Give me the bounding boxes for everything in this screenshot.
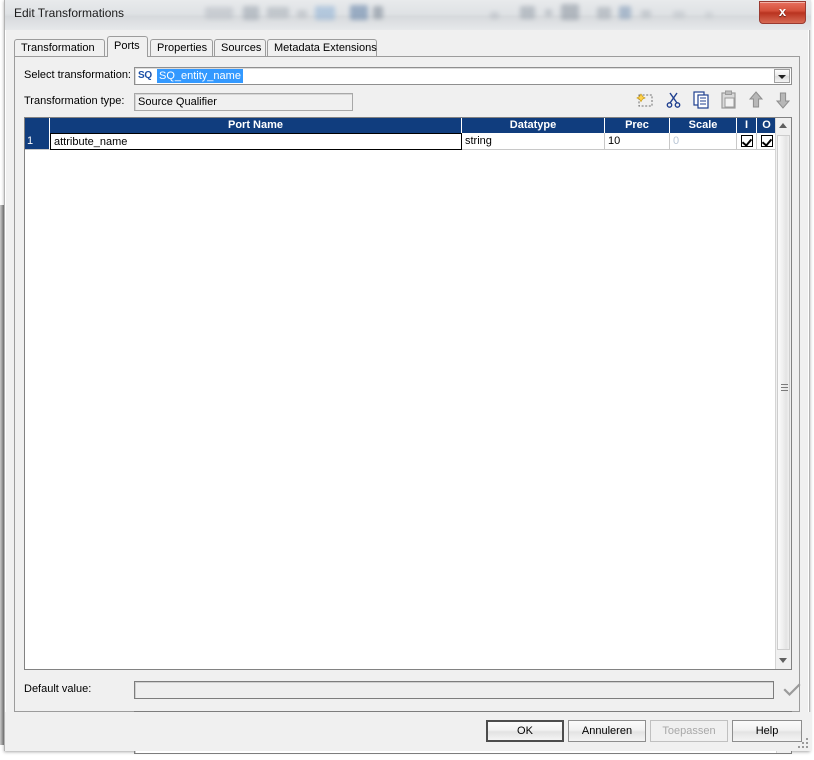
tab-properties[interactable]: Properties bbox=[150, 39, 213, 56]
input-checkbox[interactable] bbox=[741, 135, 753, 147]
blurred-bg-artifact bbox=[619, 6, 631, 19]
ports-grid[interactable]: Port Name Datatype Prec Scale I O 1 attr… bbox=[24, 117, 792, 670]
ports-grid-header: Port Name Datatype Prec Scale I O bbox=[25, 118, 791, 133]
blurred-bg-artifact bbox=[520, 6, 535, 19]
blurred-bg-artifact bbox=[561, 4, 579, 20]
scroll-down-icon[interactable] bbox=[776, 653, 791, 669]
tab-strip: Transformation Ports Properties Sources … bbox=[14, 36, 800, 57]
select-transformation-label: Select transformation: bbox=[24, 69, 131, 81]
transformation-type-value: Source Qualifier bbox=[134, 93, 353, 111]
column-header-scale[interactable]: Scale bbox=[670, 118, 737, 133]
cell-datatype[interactable]: string bbox=[462, 133, 605, 150]
blurred-bg-artifact bbox=[350, 5, 368, 20]
column-header-port-name[interactable]: Port Name bbox=[50, 118, 462, 133]
title-bar[interactable]: Edit Transformations x bbox=[5, 0, 811, 30]
scroll-up-icon[interactable] bbox=[776, 118, 791, 134]
new-port-icon[interactable] bbox=[635, 89, 657, 111]
transformation-type-label: Transformation type: bbox=[24, 95, 125, 107]
default-value-input[interactable] bbox=[134, 681, 774, 699]
cell-rownum: 1 bbox=[25, 133, 50, 150]
window-title: Edit Transformations bbox=[14, 6, 125, 20]
blurred-bg-artifact bbox=[243, 6, 259, 20]
blurred-bg-artifact bbox=[673, 11, 685, 18]
output-checkbox[interactable] bbox=[761, 135, 773, 147]
blurred-bg-artifact bbox=[267, 7, 289, 18]
blurred-bg-artifact bbox=[297, 10, 307, 18]
column-header-rownum[interactable] bbox=[25, 118, 50, 133]
close-icon[interactable]: x bbox=[759, 1, 806, 24]
blurred-bg-artifact bbox=[641, 10, 651, 18]
resize-grip-icon[interactable] bbox=[796, 736, 808, 748]
blurred-bg-artifact bbox=[597, 7, 611, 19]
blurred-bg-artifact bbox=[205, 7, 233, 19]
cell-input[interactable] bbox=[737, 133, 757, 150]
column-header-input[interactable]: I bbox=[737, 118, 757, 133]
blurred-bg-artifact bbox=[315, 6, 335, 20]
ok-button[interactable]: OK bbox=[486, 720, 564, 742]
column-header-prec[interactable]: Prec bbox=[605, 118, 670, 133]
cell-scale[interactable]: 0 bbox=[670, 133, 737, 150]
cell-port-name[interactable]: attribute_name bbox=[50, 133, 462, 150]
default-value-label: Default value: bbox=[24, 683, 92, 695]
help-button[interactable]: Help bbox=[732, 720, 802, 742]
cell-output[interactable] bbox=[757, 133, 777, 150]
move-down-icon[interactable] bbox=[772, 89, 794, 111]
blurred-bg-artifact bbox=[373, 6, 383, 19]
blurred-bg-artifact bbox=[490, 12, 499, 19]
chevron-down-icon[interactable] bbox=[774, 69, 790, 83]
tab-ports[interactable]: Ports bbox=[107, 36, 148, 57]
apply-button: Toepassen bbox=[650, 720, 728, 742]
blurred-bg-artifact bbox=[705, 12, 713, 18]
move-up-icon[interactable] bbox=[745, 89, 767, 111]
cut-icon[interactable] bbox=[663, 89, 685, 111]
table-row[interactable]: 1 attribute_name string 10 0 bbox=[25, 133, 791, 150]
select-transformation-combo[interactable]: SQ SQ_entity_name bbox=[134, 67, 792, 85]
paste-icon bbox=[718, 89, 740, 111]
ports-toolbar bbox=[635, 89, 795, 113]
select-transformation-value[interactable]: SQ_entity_name bbox=[157, 69, 243, 83]
blurred-bg-artifact bbox=[545, 9, 552, 17]
edit-transformations-dialog: Edit Transformations x Transformation Po… bbox=[4, 0, 811, 754]
source-qualifier-icon: SQ bbox=[138, 70, 152, 81]
copy-icon[interactable] bbox=[691, 89, 713, 111]
ports-grid-scrollbar[interactable] bbox=[775, 118, 791, 669]
tab-metadata-extensions[interactable]: Metadata Extensions bbox=[267, 39, 377, 56]
cancel-button[interactable]: Annuleren bbox=[568, 720, 646, 742]
scrollbar-grip-icon bbox=[781, 384, 788, 392]
tab-transformation[interactable]: Transformation bbox=[14, 39, 105, 56]
column-header-output[interactable]: O bbox=[757, 118, 777, 133]
cell-prec[interactable]: 10 bbox=[605, 133, 670, 150]
checkmark-icon[interactable] bbox=[783, 683, 801, 697]
tab-sources[interactable]: Sources bbox=[214, 39, 266, 56]
ports-tab-panel: Select transformation: SQ SQ_entity_name… bbox=[14, 56, 801, 754]
column-header-datatype[interactable]: Datatype bbox=[462, 118, 605, 133]
dialog-button-bar: OK Annuleren Toepassen Help bbox=[5, 712, 811, 751]
scrollbar-thumb[interactable] bbox=[777, 135, 790, 650]
